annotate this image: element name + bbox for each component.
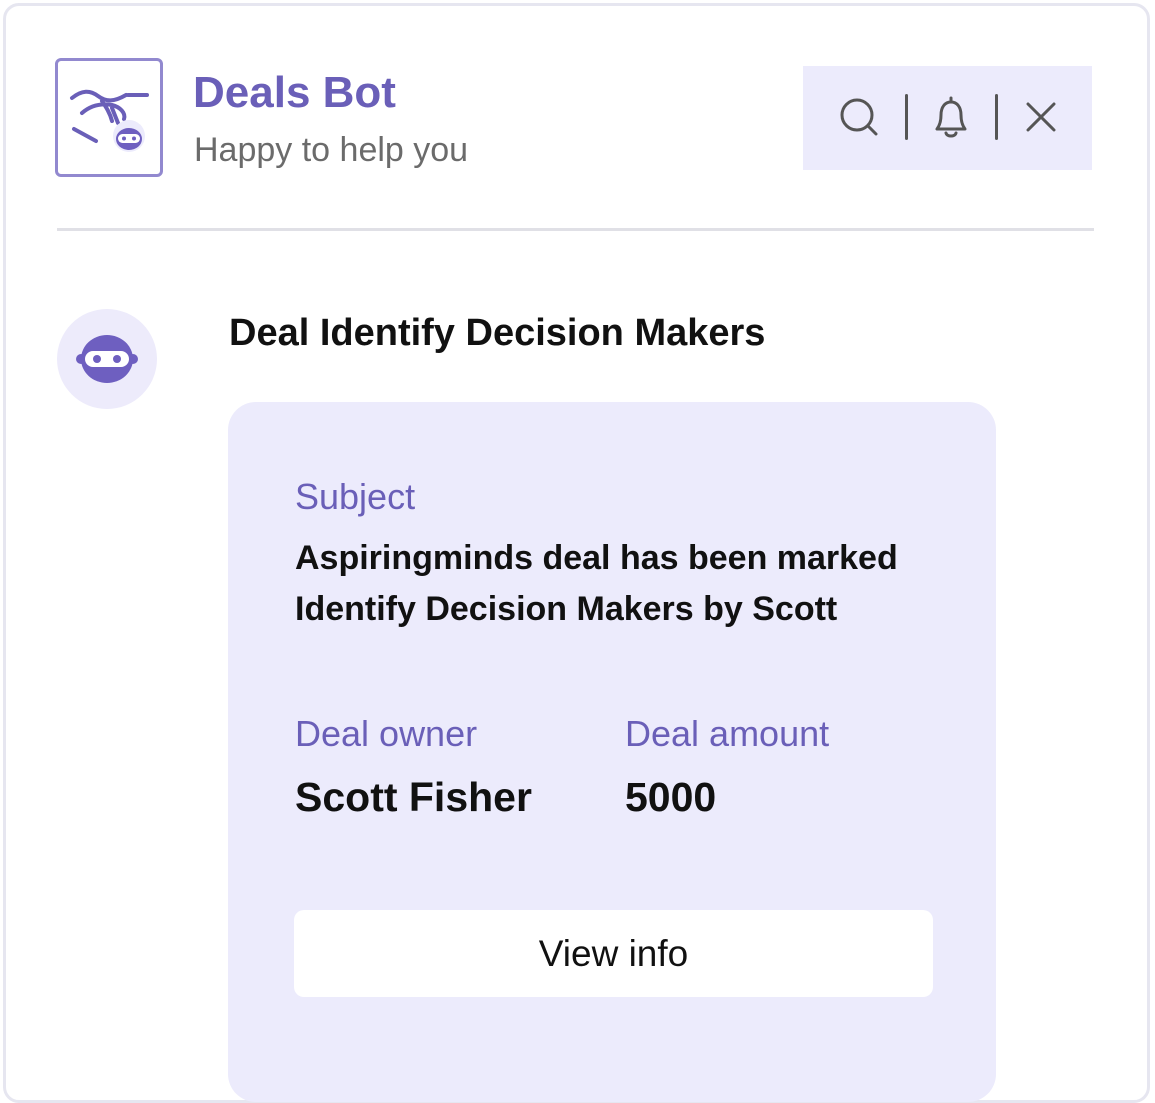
search-icon[interactable] bbox=[835, 93, 883, 141]
toolbar-separator bbox=[905, 94, 908, 140]
deal-amount-label: Deal amount bbox=[625, 713, 830, 754]
bot-subtitle: Happy to help you bbox=[194, 131, 469, 169]
bot-avatar-icon bbox=[57, 309, 157, 409]
deal-owner-label: Deal owner bbox=[295, 713, 478, 754]
toolbar-separator bbox=[995, 94, 998, 140]
message-title: Deal Identify Decision Makers bbox=[229, 312, 766, 354]
subject-label: Subject bbox=[295, 476, 416, 517]
view-info-button[interactable]: View info bbox=[294, 910, 933, 997]
bell-icon[interactable] bbox=[927, 93, 975, 141]
close-icon[interactable] bbox=[1017, 93, 1065, 141]
deal-owner-value: Scott Fisher bbox=[295, 774, 532, 820]
subject-value: Aspiringminds deal has been marked Ident… bbox=[295, 539, 898, 628]
bot-title: Deals Bot bbox=[193, 68, 396, 117]
deal-card: Subject Aspiringminds deal has been mark… bbox=[228, 402, 996, 1102]
header-toolbar bbox=[803, 66, 1092, 170]
deal-amount-value: 5000 bbox=[625, 774, 717, 820]
deals-bot-logo-icon bbox=[55, 58, 163, 177]
header-divider bbox=[57, 228, 1094, 231]
